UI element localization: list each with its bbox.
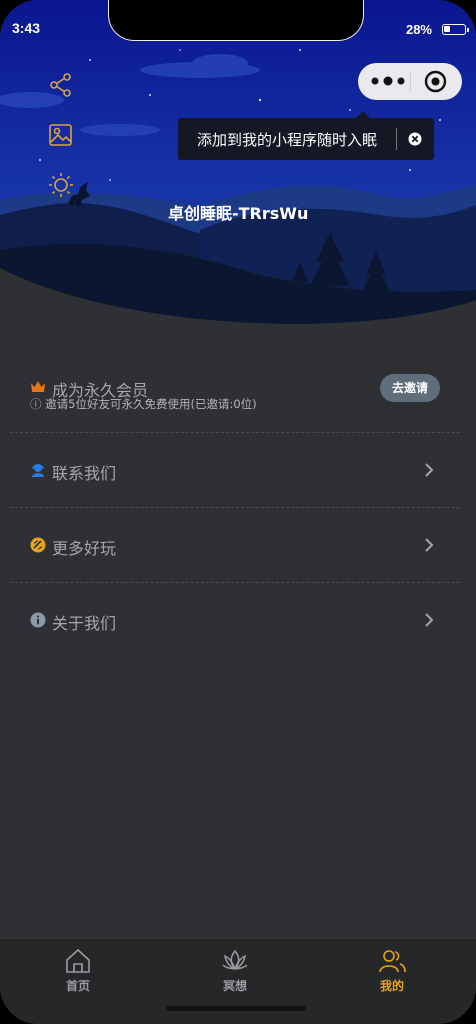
membership-row: 成为永久会员 ⓘ 邀请5位好友可永久免费使用(已邀请:0位) 去邀请: [10, 374, 460, 433]
invite-button[interactable]: 去邀请: [380, 374, 440, 402]
bottom-tab-bar: 首页 冥想 我的: [0, 938, 476, 1024]
tab-home[interactable]: 首页: [28, 947, 128, 994]
battery-icon: [442, 24, 469, 35]
home-icon: [66, 948, 90, 973]
username-label: 卓创睡眠-TRrsWu: [168, 204, 309, 223]
tab-profile[interactable]: 我的: [342, 947, 442, 994]
tooltip-text: 添加到我的小程序随时入眠: [197, 131, 378, 149]
tab-label: 我的: [379, 979, 404, 993]
battery-percent: 28%: [405, 22, 432, 37]
crown-icon: [31, 381, 45, 392]
phone-screen: 3:43 28% 添加到我的小程序随时入眠 卓创睡眠-TRrsWu 成为永久会员…: [0, 0, 476, 1024]
night-sky-banner: [0, 0, 476, 340]
menu-item-label: 关于我们: [52, 614, 117, 633]
share-icon[interactable]: [48, 72, 74, 98]
status-time: 3:43: [12, 20, 41, 36]
target-icon[interactable]: [424, 70, 447, 93]
add-to-mini-program-tooltip: 添加到我的小程序随时入眠: [178, 111, 434, 160]
membership-subtitle: ⓘ 邀请5位好友可永久免费使用(已邀请:0位): [30, 397, 257, 411]
fun-icon: [30, 537, 46, 553]
image-icon[interactable]: [48, 122, 74, 148]
lotus-icon: [222, 949, 248, 971]
chevron-right-icon: [425, 463, 434, 477]
mini-program-capsule: [358, 63, 462, 100]
close-icon[interactable]: [408, 132, 422, 146]
chevron-right-icon: [425, 613, 434, 627]
menu-item-about[interactable]: 关于我们: [10, 582, 460, 657]
tab-meditation[interactable]: 冥想: [185, 947, 285, 994]
tab-label: 冥想: [222, 979, 247, 993]
chevron-right-icon: [425, 538, 434, 552]
menu-item-contact[interactable]: 联系我们: [10, 432, 460, 508]
menu-item-label: 更多好玩: [52, 539, 117, 558]
brightness-icon[interactable]: [48, 172, 74, 198]
info-icon: [30, 612, 46, 628]
tab-label: 首页: [65, 979, 90, 993]
device-notch: [108, 0, 364, 41]
profile-icon: [379, 950, 406, 973]
home-indicator: [166, 1006, 306, 1011]
menu-item-label: 联系我们: [52, 464, 117, 483]
ellipsis-icon[interactable]: [370, 71, 406, 91]
menu-item-more-fun[interactable]: 更多好玩: [10, 507, 460, 583]
customer-service-icon: [32, 464, 44, 477]
